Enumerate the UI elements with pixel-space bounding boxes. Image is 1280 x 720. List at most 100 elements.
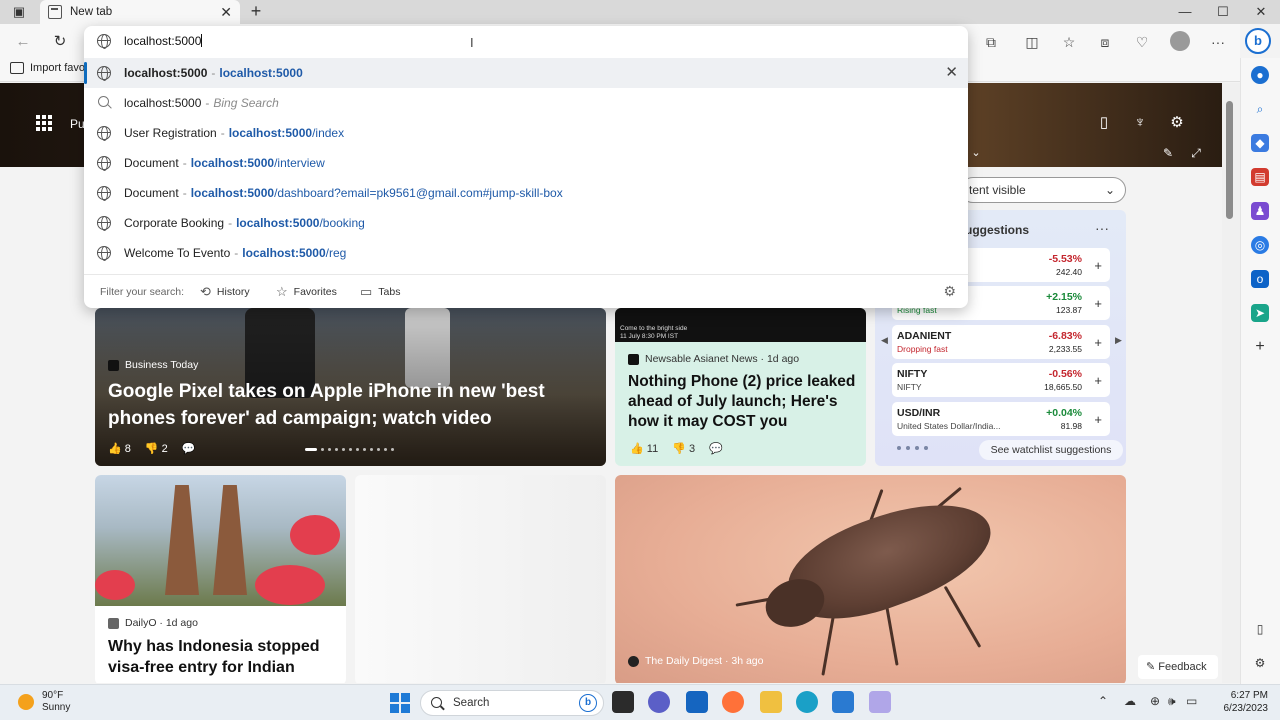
vscode-icon[interactable] (832, 691, 854, 713)
expand-icon[interactable]: ⤢ (1186, 143, 1206, 163)
add-to-watchlist-icon[interactable]: + (1094, 373, 1102, 388)
page-settings-icon[interactable]: ⚙ (1167, 113, 1187, 133)
like-button[interactable]: 👍 8 (108, 442, 131, 455)
suggestion-item[interactable]: localhost:5000- Bing Search (84, 88, 968, 118)
store-icon[interactable] (686, 691, 708, 713)
suggestion-item[interactable]: localhost:5000- localhost:5000 ✕ (84, 58, 968, 88)
new-tab-button[interactable]: + (246, 1, 266, 21)
add-to-watchlist-icon[interactable]: + (1094, 412, 1102, 427)
sidebar-settings-icon[interactable]: ⚙ (1251, 654, 1269, 672)
refresh-icon[interactable]: ↻ (49, 31, 71, 53)
watchlist-row[interactable]: NIFTY NIFTY -0.56% 18,665.50 + (892, 363, 1110, 397)
carousel-prev-icon[interactable]: ◀ (881, 335, 888, 346)
settings-more-icon[interactable]: ··· (1207, 31, 1229, 53)
window-close-button[interactable]: ✕ (1242, 0, 1280, 24)
suggestion-item[interactable]: Document - localhost:5000/dashboard?email=… (84, 178, 968, 208)
tray-chevron-up-icon[interactable]: ⌃ (1098, 694, 1108, 708)
address-input-value[interactable]: localhost:5000 (124, 34, 201, 48)
language-globe-icon[interactable]: ⊕ (1150, 694, 1160, 708)
story-title[interactable]: Why has Indonesia stopped visa-free entr… (108, 636, 336, 678)
app-launcher-icon[interactable] (36, 115, 52, 131)
bing-chat-icon[interactable]: b (1245, 28, 1271, 54)
filter-history-button[interactable]: ⟲ History (200, 284, 250, 300)
import-favorites-link[interactable]: Import favo (10, 62, 85, 74)
extensions-icon[interactable]: ⧉ (980, 31, 1002, 53)
dislike-button[interactable]: 👎 2 (145, 442, 168, 455)
filter-favorites-button[interactable]: ☆ Favorites (276, 284, 337, 300)
games-icon[interactable]: ♟ (1251, 202, 1269, 220)
volume-icon[interactable]: 🕪 (1168, 694, 1176, 709)
add-to-watchlist-icon[interactable]: + (1094, 258, 1102, 273)
add-to-watchlist-icon[interactable]: + (1094, 296, 1102, 311)
carousel-next-icon[interactable]: ▶ (1115, 335, 1122, 346)
mobile-icon[interactable]: ▯ (1094, 113, 1114, 133)
story-title[interactable]: Nothing Phone (2) price leaked ahead of … (628, 372, 856, 432)
watchlist-row[interactable]: USD/INR United States Dollar/India... +0… (892, 402, 1110, 436)
see-watchlist-suggestions-button[interactable]: See watchlist suggestions (979, 440, 1123, 460)
hero-nav-label[interactable]: Pu (70, 117, 85, 131)
file-explorer-icon[interactable] (760, 691, 782, 713)
add-to-watchlist-icon[interactable]: + (1094, 335, 1102, 350)
comment-icon[interactable]: 💬 (709, 442, 723, 455)
suggestion-item[interactable]: Document - localhost:5000/interview (84, 148, 968, 178)
browser-essentials-icon[interactable]: ♡ (1131, 31, 1153, 53)
suggestion-item[interactable]: Corporate Booking - localhost:5000/booking (84, 208, 968, 238)
hero-chevron-down-icon[interactable]: ⌄ (966, 143, 986, 163)
tab-actions-icon[interactable]: ▣ (8, 3, 30, 21)
content-visibility-select[interactable]: tent visible ⌄ (960, 177, 1126, 203)
filter-tabs-button[interactable]: ▭ Tabs (360, 284, 400, 300)
shopping-icon[interactable]: ◆ (1251, 134, 1269, 152)
windows-start-icon[interactable] (390, 693, 410, 713)
sidebar-layout-icon[interactable]: ▯ (1251, 620, 1269, 638)
story-title[interactable]: Google Pixel takes on Apple iPhone in ne… (108, 378, 578, 432)
split-screen-icon[interactable]: ◫ (1021, 31, 1043, 53)
notifications-icon[interactable]: ● (1251, 66, 1269, 84)
watchlist-pagination[interactable] (897, 446, 928, 450)
maximize-button[interactable]: ☐ (1204, 0, 1242, 24)
watchlist-more-icon[interactable]: ··· (1095, 220, 1109, 236)
snipping-tool-icon[interactable] (869, 691, 891, 713)
system-clock[interactable]: 6:27 PM 6/23/2023 (1212, 689, 1269, 715)
back-arrow-icon[interactable]: ← (12, 31, 34, 53)
address-input[interactable]: localhost:5000 I (84, 26, 968, 56)
profile-avatar[interactable] (1170, 31, 1190, 51)
story-card-google-pixel[interactable]: Business Today Google Pixel takes on App… (95, 308, 606, 466)
task-view-icon[interactable] (612, 691, 634, 713)
collections-icon[interactable]: ⧈ (1094, 31, 1116, 53)
taskbar-search-box[interactable]: Search b (420, 690, 604, 716)
firefox-icon[interactable] (722, 691, 744, 713)
suggestion-item[interactable]: Welcome To Evento - localhost:5000/reg (84, 238, 968, 268)
tab-close-icon[interactable]: ✕ (220, 4, 232, 21)
edit-background-icon[interactable]: ✎ (1158, 143, 1178, 163)
page-scrollbar[interactable] (1222, 83, 1240, 683)
teams-chat-icon[interactable] (648, 691, 670, 713)
tools-icon[interactable]: ▤ (1251, 168, 1269, 186)
remove-suggestion-close-icon[interactable]: ✕ (945, 63, 958, 81)
story-card-indonesia[interactable]: DailyO · 1d ago Why has Indonesia stoppe… (95, 475, 346, 683)
battery-icon[interactable]: ▭ (1186, 694, 1197, 708)
suggestion-item[interactable]: User Registration - localhost:5000/index (84, 118, 968, 148)
carousel-dots[interactable] (305, 448, 394, 451)
comment-icon[interactable]: 💬 (182, 442, 196, 455)
dislike-button[interactable]: 👎 3 (672, 442, 695, 455)
weather-widget[interactable]: 90°F Sunny (18, 690, 70, 714)
rewards-icon[interactable]: ♆ (1130, 113, 1150, 133)
edge-taskbar-icon[interactable] (796, 691, 818, 713)
like-button[interactable]: 👍 11 (630, 442, 658, 455)
watchlist-row[interactable]: ADANIENT Dropping fast -6.83% 2,233.55 + (892, 325, 1110, 359)
favorites-icon[interactable]: ☆ (1058, 31, 1080, 53)
scrollbar-thumb[interactable] (1226, 101, 1233, 219)
onedrive-icon[interactable]: ☁ (1124, 694, 1136, 708)
search-settings-gear-icon[interactable]: ⚙ (943, 283, 956, 300)
search-sidebar-icon[interactable]: ⌕ (1251, 100, 1269, 118)
drop-icon[interactable]: ➤ (1251, 304, 1269, 322)
story-card-nothing-phone[interactable]: Come to the bright side 11 July 8:30 PM … (615, 308, 866, 466)
bing-icon[interactable]: b (579, 694, 597, 712)
minimize-button[interactable]: — (1166, 0, 1204, 24)
add-sidebar-app-icon[interactable]: + (1251, 338, 1269, 356)
outlook-icon[interactable]: o (1251, 270, 1269, 288)
story-card-bedbug[interactable]: The Daily Digest · 3h ago (615, 475, 1126, 683)
office-icon[interactable]: ◎ (1251, 236, 1269, 254)
feedback-button[interactable]: ✎ Feedback (1138, 655, 1218, 679)
tab-new-tab[interactable]: New tab ✕ (40, 0, 240, 24)
